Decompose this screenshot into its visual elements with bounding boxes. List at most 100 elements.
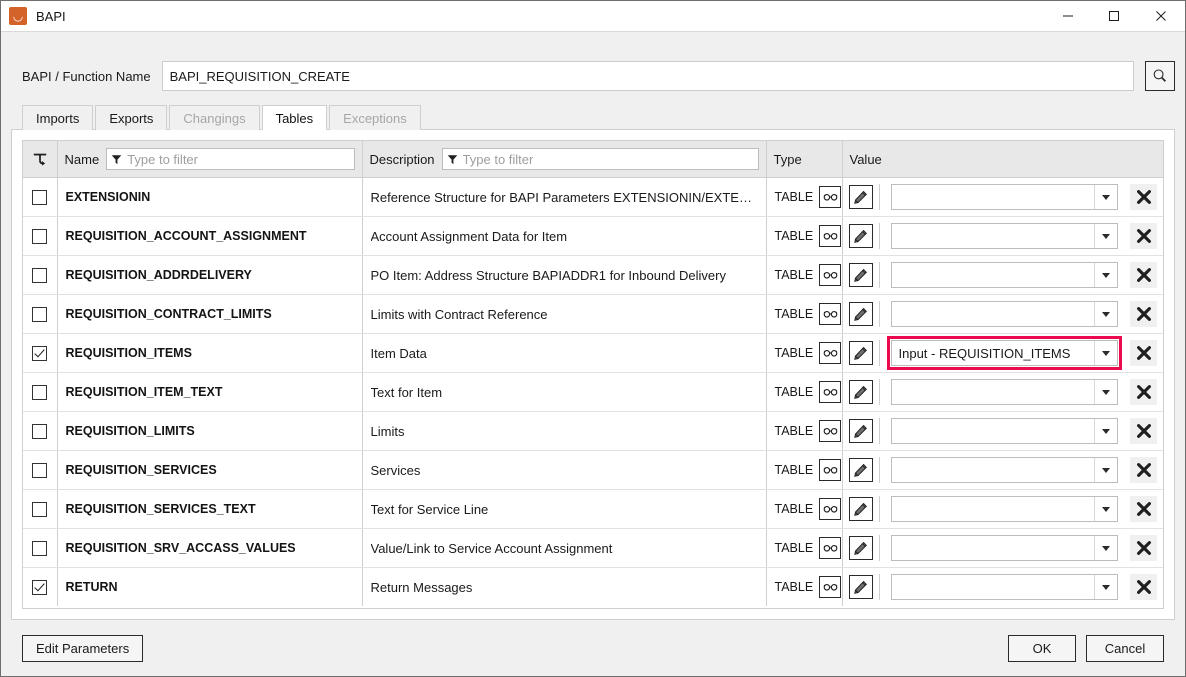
row-value-combobox[interactable]: [890, 301, 1118, 327]
row-edit-button[interactable]: [848, 497, 873, 521]
description-filter-input[interactable]: Type to filter: [441, 148, 759, 170]
row-edit-button[interactable]: [848, 224, 873, 248]
row-value-dropdown-button[interactable]: [1094, 185, 1117, 209]
row-clear-button[interactable]: [1130, 223, 1157, 249]
row-edit-button[interactable]: [848, 458, 873, 482]
tab-exports[interactable]: Exports: [95, 105, 168, 130]
row-structure-button[interactable]: [819, 264, 842, 286]
table-row[interactable]: REQUISITION_ACCOUNT_ASSIGNMENT Account As…: [23, 216, 1163, 256]
row-value-dropdown-button[interactable]: [1094, 302, 1117, 326]
table-row[interactable]: REQUISITION_SRV_ACCASS_VALUES Value/Link …: [23, 528, 1163, 568]
row-structure-button[interactable]: [819, 498, 842, 520]
row-value-dropdown-button[interactable]: [1094, 341, 1117, 365]
table-row[interactable]: REQUISITION_LIMITS Limits TABLE: [23, 411, 1163, 451]
search-button[interactable]: [1145, 61, 1175, 91]
row-value-dropdown-button[interactable]: [1094, 224, 1117, 248]
row-value-combobox[interactable]: Input - REQUISITION_ITEMS: [890, 340, 1118, 366]
row-edit-button[interactable]: [848, 575, 873, 599]
row-structure-button[interactable]: [819, 420, 842, 442]
clear-x-icon: [1136, 385, 1151, 399]
row-structure-button[interactable]: [819, 459, 842, 481]
row-clear-button[interactable]: [1130, 340, 1157, 366]
row-checkbox[interactable]: [32, 268, 48, 284]
row-value-combobox[interactable]: [890, 457, 1118, 483]
row-value-combobox[interactable]: [890, 496, 1118, 522]
row-value-combobox[interactable]: [890, 223, 1118, 249]
row-checkbox[interactable]: [32, 307, 48, 323]
row-value-dropdown-button[interactable]: [1094, 497, 1117, 521]
header-description-label: Description: [369, 151, 435, 167]
row-checkbox[interactable]: [32, 346, 48, 362]
table-row[interactable]: REQUISITION_SERVICES Services TABLE: [23, 450, 1163, 490]
ok-button[interactable]: OK: [1008, 634, 1076, 662]
table-row[interactable]: REQUISITION_CONTRACT_LIMITS Limits with C…: [23, 294, 1163, 334]
table-row[interactable]: REQUISITION_ADDRDELIVERY PO Item: Address…: [23, 255, 1163, 295]
row-clear-button[interactable]: [1130, 457, 1157, 483]
row-checkbox[interactable]: [32, 385, 48, 401]
row-clear-button[interactable]: [1130, 496, 1157, 522]
row-value-dropdown-button[interactable]: [1094, 419, 1117, 443]
chevron-down-icon: [1102, 272, 1110, 278]
tab-imports[interactable]: Imports: [22, 105, 94, 130]
row-structure-button[interactable]: [819, 225, 842, 247]
row-checkbox[interactable]: [32, 502, 48, 518]
row-value-dropdown-button[interactable]: [1094, 458, 1117, 482]
table-row[interactable]: EXTENSIONIN Reference Structure for BAPI …: [23, 177, 1163, 217]
row-structure-button[interactable]: [819, 381, 842, 403]
table-row[interactable]: RETURN Return Messages TABLE: [23, 567, 1163, 606]
table-row[interactable]: REQUISITION_SERVICES_TEXT Text for Servic…: [23, 489, 1163, 529]
row-value-dropdown-button[interactable]: [1094, 575, 1117, 599]
minimize-button[interactable]: [1045, 1, 1091, 31]
row-checkbox[interactable]: [32, 229, 48, 245]
cancel-button[interactable]: Cancel: [1086, 634, 1164, 662]
reset-filter-button[interactable]: [23, 141, 57, 177]
tab-tables[interactable]: Tables: [261, 105, 328, 130]
row-value-combobox[interactable]: [890, 535, 1118, 561]
row-clear-button[interactable]: [1130, 574, 1157, 600]
row-structure-button[interactable]: [819, 186, 842, 208]
row-structure-button[interactable]: [819, 576, 842, 598]
row-type-cell: TABLE: [766, 450, 843, 490]
row-checkbox[interactable]: [32, 541, 48, 557]
table-body: EXTENSIONIN Reference Structure for BAPI …: [23, 177, 1163, 606]
row-value-combobox[interactable]: [890, 418, 1118, 444]
row-structure-button[interactable]: [819, 342, 842, 364]
row-structure-button[interactable]: [819, 537, 842, 559]
table-row[interactable]: REQUISITION_ITEMS Item Data TABLE Input - R…: [23, 333, 1163, 373]
row-clear-button[interactable]: [1130, 379, 1157, 405]
row-value-combobox[interactable]: [890, 262, 1118, 288]
row-edit-button[interactable]: [848, 419, 873, 443]
row-checkbox[interactable]: [32, 424, 48, 440]
close-button[interactable]: [1137, 1, 1185, 31]
row-value-dropdown-button[interactable]: [1094, 380, 1117, 404]
row-type-cell: TABLE: [766, 216, 843, 256]
function-name-input[interactable]: [161, 61, 1134, 91]
row-edit-button[interactable]: [848, 380, 873, 404]
table-row[interactable]: REQUISITION_ITEM_TEXT Text for Item TABLE: [23, 372, 1163, 412]
row-value-dropdown-button[interactable]: [1094, 536, 1117, 560]
maximize-button[interactable]: [1091, 1, 1137, 31]
row-edit-button[interactable]: [848, 341, 873, 365]
row-edit-button[interactable]: [848, 185, 873, 209]
row-checkbox[interactable]: [32, 463, 48, 479]
row-clear-button[interactable]: [1130, 301, 1157, 327]
row-value-combobox[interactable]: [890, 184, 1118, 210]
row-checkbox[interactable]: [32, 580, 48, 596]
name-filter-input[interactable]: Type to filter: [106, 148, 355, 170]
row-name: REQUISITION_LIMITS: [65, 424, 195, 438]
row-clear-button[interactable]: [1130, 184, 1157, 210]
row-value-combobox[interactable]: [890, 574, 1118, 600]
row-clear-button[interactable]: [1130, 418, 1157, 444]
row-value-combobox[interactable]: [890, 379, 1118, 405]
row-clear-button[interactable]: [1130, 535, 1157, 561]
clear-x-icon: [1136, 502, 1151, 516]
row-checkbox[interactable]: [32, 190, 48, 206]
edit-parameters-button[interactable]: Edit Parameters: [22, 634, 144, 662]
row-value-dropdown-button[interactable]: [1094, 263, 1117, 287]
row-structure-button[interactable]: [819, 303, 842, 325]
row-edit-button[interactable]: [848, 536, 873, 560]
row-clear-button[interactable]: [1130, 262, 1157, 288]
row-edit-button[interactable]: [848, 302, 873, 326]
row-edit-button[interactable]: [848, 263, 873, 287]
table-header: Name Type to filter Description Type to …: [23, 141, 1163, 178]
